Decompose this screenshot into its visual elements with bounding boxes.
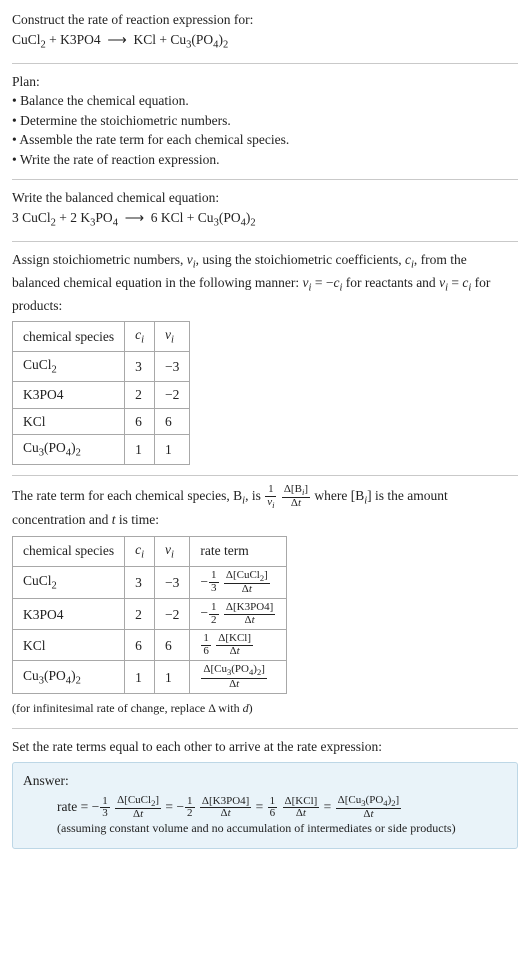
stoich-intro: Assign stoichiometric numbers, νi, using… [12, 250, 518, 315]
rateterm-intro: The rate term for each chemical species,… [12, 484, 518, 529]
plan-title: Plan: [12, 72, 518, 92]
table-row: K3PO4 2 −2 [13, 382, 190, 409]
balanced-equation: 3 CuCl2 + 2 K3PO4 ⟶ 6 KCl + Cu3(PO4)2 [12, 208, 518, 231]
table-row: KCl 6 6 16 Δ[KCl]Δt [13, 630, 287, 661]
cell-rate: Δ[Cu3(PO4)2]Δt [190, 661, 287, 694]
cell-vi: −3 [155, 352, 190, 382]
col-vi: νi [155, 322, 190, 352]
cell-rate: −13 Δ[CuCl2]Δt [190, 566, 287, 599]
rateterm-note: (for infinitesimal rate of change, repla… [12, 700, 518, 717]
table-row: CuCl2 3 −3 [13, 352, 190, 382]
divider [12, 728, 518, 729]
answer-label: Answer: [23, 771, 507, 791]
cell-species: K3PO4 [13, 382, 125, 409]
plan-item: • Determine the stoichiometric numbers. [12, 111, 518, 131]
cell-ci: 1 [125, 435, 155, 465]
table-row: KCl 6 6 [13, 408, 190, 435]
plan-item: • Balance the chemical equation. [12, 91, 518, 111]
col-rate: rate term [190, 536, 287, 566]
answer-box: Answer: rate = −13 Δ[CuCl2]Δt = −12 Δ[K3… [12, 762, 518, 849]
cell-species: CuCl2 [13, 352, 125, 382]
balanced-block: Write the balanced chemical equation: 3 … [12, 188, 518, 231]
cell-vi: 6 [155, 630, 190, 661]
cell-ci: 3 [125, 566, 155, 599]
plan-item: • Assemble the rate term for each chemic… [12, 130, 518, 150]
plan-block: Plan: • Balance the chemical equation. •… [12, 72, 518, 170]
stoich-block: Assign stoichiometric numbers, νi, using… [12, 250, 518, 465]
table-row: K3PO4 2 −2 −12 Δ[K3PO4]Δt [13, 599, 287, 630]
cell-vi: −3 [155, 566, 190, 599]
prompt-text: Construct the rate of reaction expressio… [12, 10, 518, 30]
table-row: CuCl2 3 −3 −13 Δ[CuCl2]Δt [13, 566, 287, 599]
divider [12, 475, 518, 476]
plan-list: • Balance the chemical equation. • Deter… [12, 91, 518, 169]
cell-vi: −2 [155, 599, 190, 630]
col-species: chemical species [13, 536, 125, 566]
cell-ci: 1 [125, 661, 155, 694]
final-block: Set the rate terms equal to each other t… [12, 737, 518, 849]
table-row: Cu3(PO4)2 1 1 Δ[Cu3(PO4)2]Δt [13, 661, 287, 694]
cell-ci: 3 [125, 352, 155, 382]
rate-expression: rate = −13 Δ[CuCl2]Δt = −12 Δ[K3PO4]Δt =… [23, 795, 507, 821]
table-row: Cu3(PO4)2 1 1 [13, 435, 190, 465]
cell-species: K3PO4 [13, 599, 125, 630]
cell-species: KCl [13, 408, 125, 435]
cell-rate: 16 Δ[KCl]Δt [190, 630, 287, 661]
stoich-table: chemical species ci νi CuCl2 3 −3 K3PO4 … [12, 321, 190, 465]
divider [12, 63, 518, 64]
divider [12, 179, 518, 180]
col-ci: ci [125, 322, 155, 352]
cell-vi: 1 [155, 435, 190, 465]
cell-vi: 6 [155, 408, 190, 435]
table-header-row: chemical species ci νi [13, 322, 190, 352]
unbalanced-equation: CuCl2 + K3PO4 ⟶ KCl + Cu3(PO4)2 [12, 30, 518, 53]
cell-vi: −2 [155, 382, 190, 409]
cell-ci: 2 [125, 382, 155, 409]
cell-species: KCl [13, 630, 125, 661]
cell-ci: 6 [125, 630, 155, 661]
final-intro: Set the rate terms equal to each other t… [12, 737, 518, 757]
cell-species: CuCl2 [13, 566, 125, 599]
cell-ci: 6 [125, 408, 155, 435]
rateterm-table: chemical species ci νi rate term CuCl2 3… [12, 536, 287, 695]
balanced-title: Write the balanced chemical equation: [12, 188, 518, 208]
col-species: chemical species [13, 322, 125, 352]
cell-ci: 2 [125, 599, 155, 630]
cell-species: Cu3(PO4)2 [13, 661, 125, 694]
cell-rate: −12 Δ[K3PO4]Δt [190, 599, 287, 630]
col-ci: ci [125, 536, 155, 566]
table-header-row: chemical species ci νi rate term [13, 536, 287, 566]
cell-vi: 1 [155, 661, 190, 694]
divider [12, 241, 518, 242]
rateterm-block: The rate term for each chemical species,… [12, 484, 518, 717]
assumption-note: (assuming constant volume and no accumul… [23, 820, 507, 837]
col-vi: νi [155, 536, 190, 566]
prompt-block: Construct the rate of reaction expressio… [12, 10, 518, 53]
plan-item: • Write the rate of reaction expression. [12, 150, 518, 170]
cell-species: Cu3(PO4)2 [13, 435, 125, 465]
